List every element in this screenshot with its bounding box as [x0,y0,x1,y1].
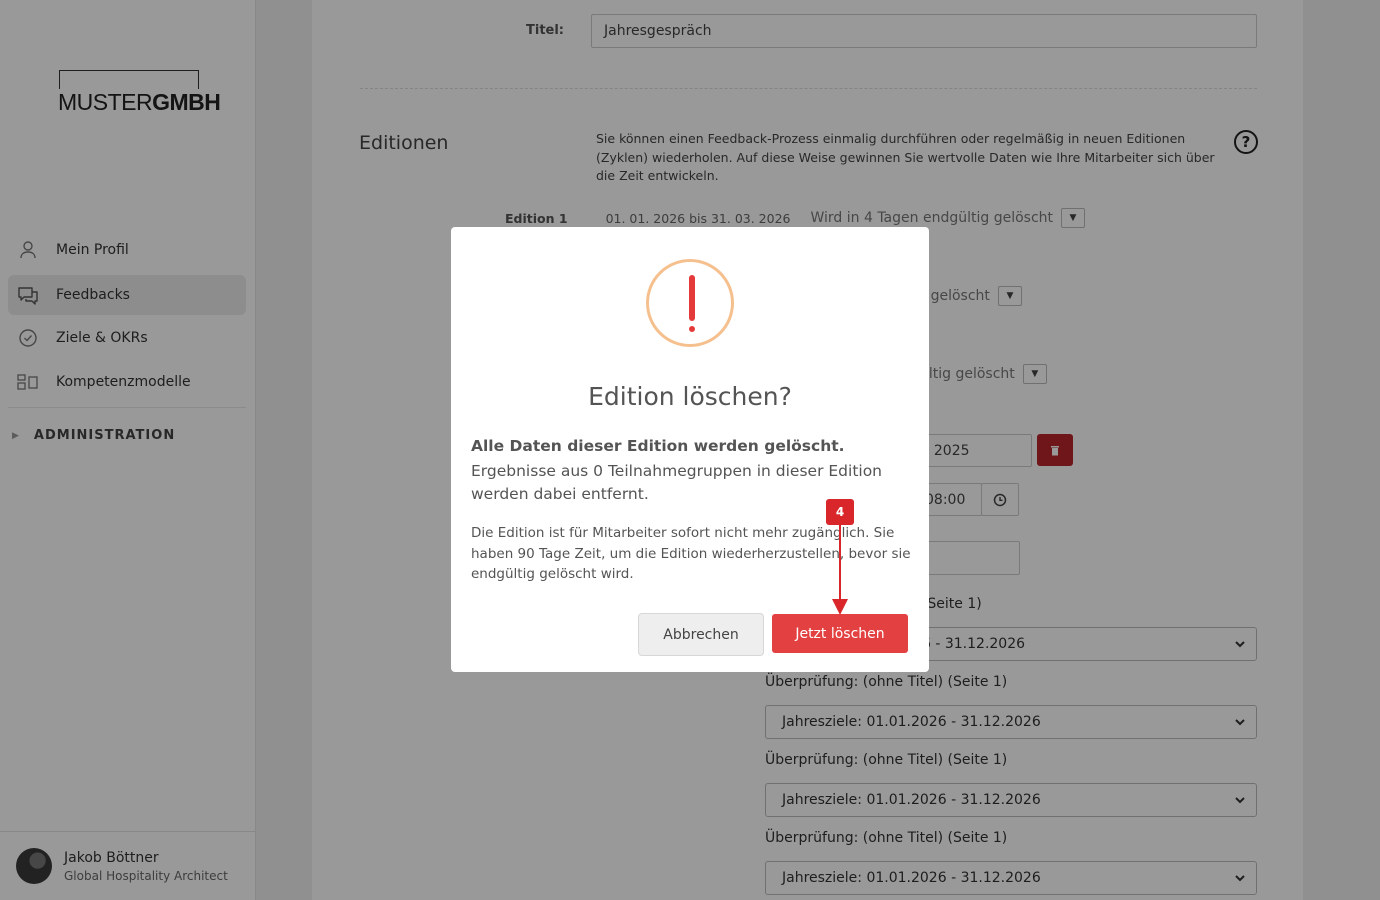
step-badge: 4 [826,499,854,525]
annotation-arrow-icon [832,525,848,615]
warning-icon [646,259,734,347]
confirm-delete-button[interactable]: Jetzt löschen [772,614,908,653]
delete-edition-dialog: Edition löschen? Alle Daten dieser Editi… [451,227,929,672]
dialog-warning-text: Alle Daten dieser Edition werden gelösch… [471,437,845,455]
dialog-title: Edition löschen? [588,382,792,411]
cancel-button[interactable]: Abbrechen [638,613,764,656]
